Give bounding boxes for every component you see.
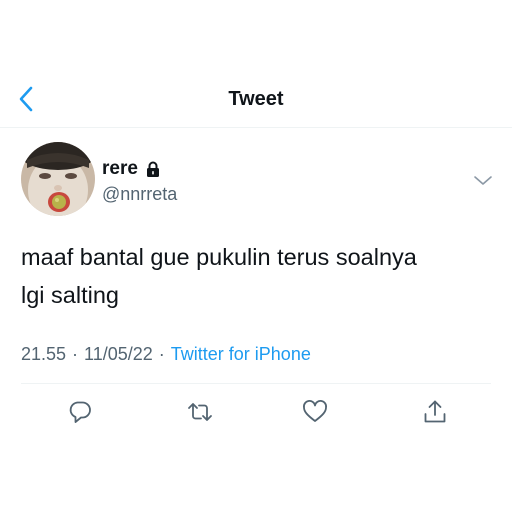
- reply-button[interactable]: [66, 398, 94, 426]
- header-divider: [0, 127, 512, 128]
- meta-separator: ·: [72, 344, 79, 364]
- author-handle[interactable]: @nnrreta: [102, 184, 177, 205]
- chevron-down-icon: [474, 176, 492, 185]
- tweet-time[interactable]: 21.55: [21, 344, 66, 364]
- meta-divider: [21, 383, 491, 384]
- page-title: Tweet: [228, 88, 284, 110]
- avatar[interactable]: [21, 142, 95, 216]
- tweet-text-line: maaf bantal gue pukulin terus soalnya: [21, 244, 417, 270]
- like-button[interactable]: [301, 398, 329, 426]
- lock-icon: [146, 161, 159, 177]
- avatar-image: [21, 142, 95, 216]
- share-icon: [424, 400, 446, 423]
- tweet-text-line: lgi salting: [21, 282, 119, 308]
- reply-icon: [69, 401, 91, 423]
- like-icon: [303, 400, 327, 422]
- retweet-button[interactable]: [186, 398, 214, 426]
- meta-separator: ·: [158, 344, 165, 364]
- share-button[interactable]: [421, 398, 449, 426]
- author-name-row: rere: [102, 157, 162, 181]
- tweet-meta: 21.55 · 11/05/22 · Twitter for iPhone: [21, 344, 311, 365]
- top-bar: Tweet: [0, 74, 512, 126]
- more-options-button[interactable]: [472, 171, 494, 189]
- tweet-source-link[interactable]: Twitter for iPhone: [171, 344, 311, 364]
- tweet-date[interactable]: 11/05/22: [84, 344, 153, 364]
- retweet-icon: [188, 403, 212, 421]
- author-display-name[interactable]: rere: [102, 158, 138, 180]
- tweet-text: maaf bantal gue pukulin terus soalnya lg…: [21, 238, 491, 314]
- tweet-actions: [0, 396, 512, 430]
